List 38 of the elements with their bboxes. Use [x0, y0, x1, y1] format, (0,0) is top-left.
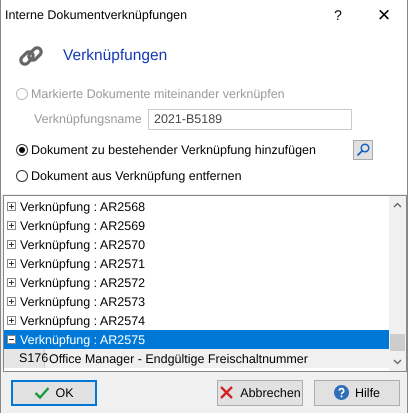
tree-item[interactable]: Verknüpfung : AR2568 — [4, 197, 389, 216]
ok-button[interactable]: OK — [11, 380, 97, 406]
radio-button[interactable] — [16, 144, 28, 156]
radio-button[interactable] — [16, 170, 28, 182]
document-title-cell: Office Manager - Endgültige Freischaltnummer — [49, 352, 308, 366]
radio-label[interactable]: Dokument zu bestehender Verknüpfung hinzufügen — [31, 143, 316, 157]
help-button[interactable]: Hilfe — [314, 380, 400, 406]
scroll-thumb[interactable] — [390, 334, 405, 351]
scroll-down-icon[interactable] — [393, 359, 402, 365]
close-button[interactable]: × — [361, 0, 407, 30]
tree-item[interactable]: Verknüpfung : AR2570 — [4, 235, 389, 254]
expand-icon[interactable] — [7, 259, 16, 268]
expand-icon[interactable] — [7, 202, 16, 211]
window-title: Interne Dokumentverknüpfungen — [4, 8, 188, 22]
checkmark-icon — [34, 385, 50, 400]
tree-item[interactable]: Verknüpfung : AR2574 — [4, 311, 389, 330]
help-button[interactable]: ? — [315, 0, 361, 30]
expand-icon[interactable] — [7, 221, 16, 230]
expand-icon[interactable] — [7, 240, 16, 249]
scrollbar[interactable] — [389, 196, 406, 371]
tree-item[interactable]: Verknüpfung : AR2571 — [4, 254, 389, 273]
help-icon — [334, 385, 349, 400]
cross-icon — [219, 385, 234, 400]
expand-icon[interactable] — [7, 316, 16, 325]
tree-item[interactable]: Verknüpfung : AR2573 — [4, 292, 389, 311]
tree-item[interactable]: Verknüpfung : AR2569 — [4, 216, 389, 235]
tree-item[interactable]: Verknüpfung : AR2575 — [4, 330, 389, 349]
section-title: Verknüpfungen — [63, 46, 168, 64]
collapse-icon[interactable] — [7, 335, 16, 344]
scroll-up-icon[interactable] — [393, 202, 402, 208]
search-button[interactable] — [352, 140, 373, 160]
radio-label[interactable]: Dokument aus Verknüpfung entfernen — [31, 169, 242, 183]
cancel-button[interactable]: Abbrechen — [217, 380, 303, 406]
search-icon — [356, 143, 370, 157]
expand-icon[interactable] — [7, 278, 16, 287]
field-label: Verknüpfungsname — [34, 112, 143, 126]
tree-item[interactable]: Verknüpfung : AR2572 — [4, 273, 389, 292]
expand-icon[interactable] — [7, 297, 16, 306]
